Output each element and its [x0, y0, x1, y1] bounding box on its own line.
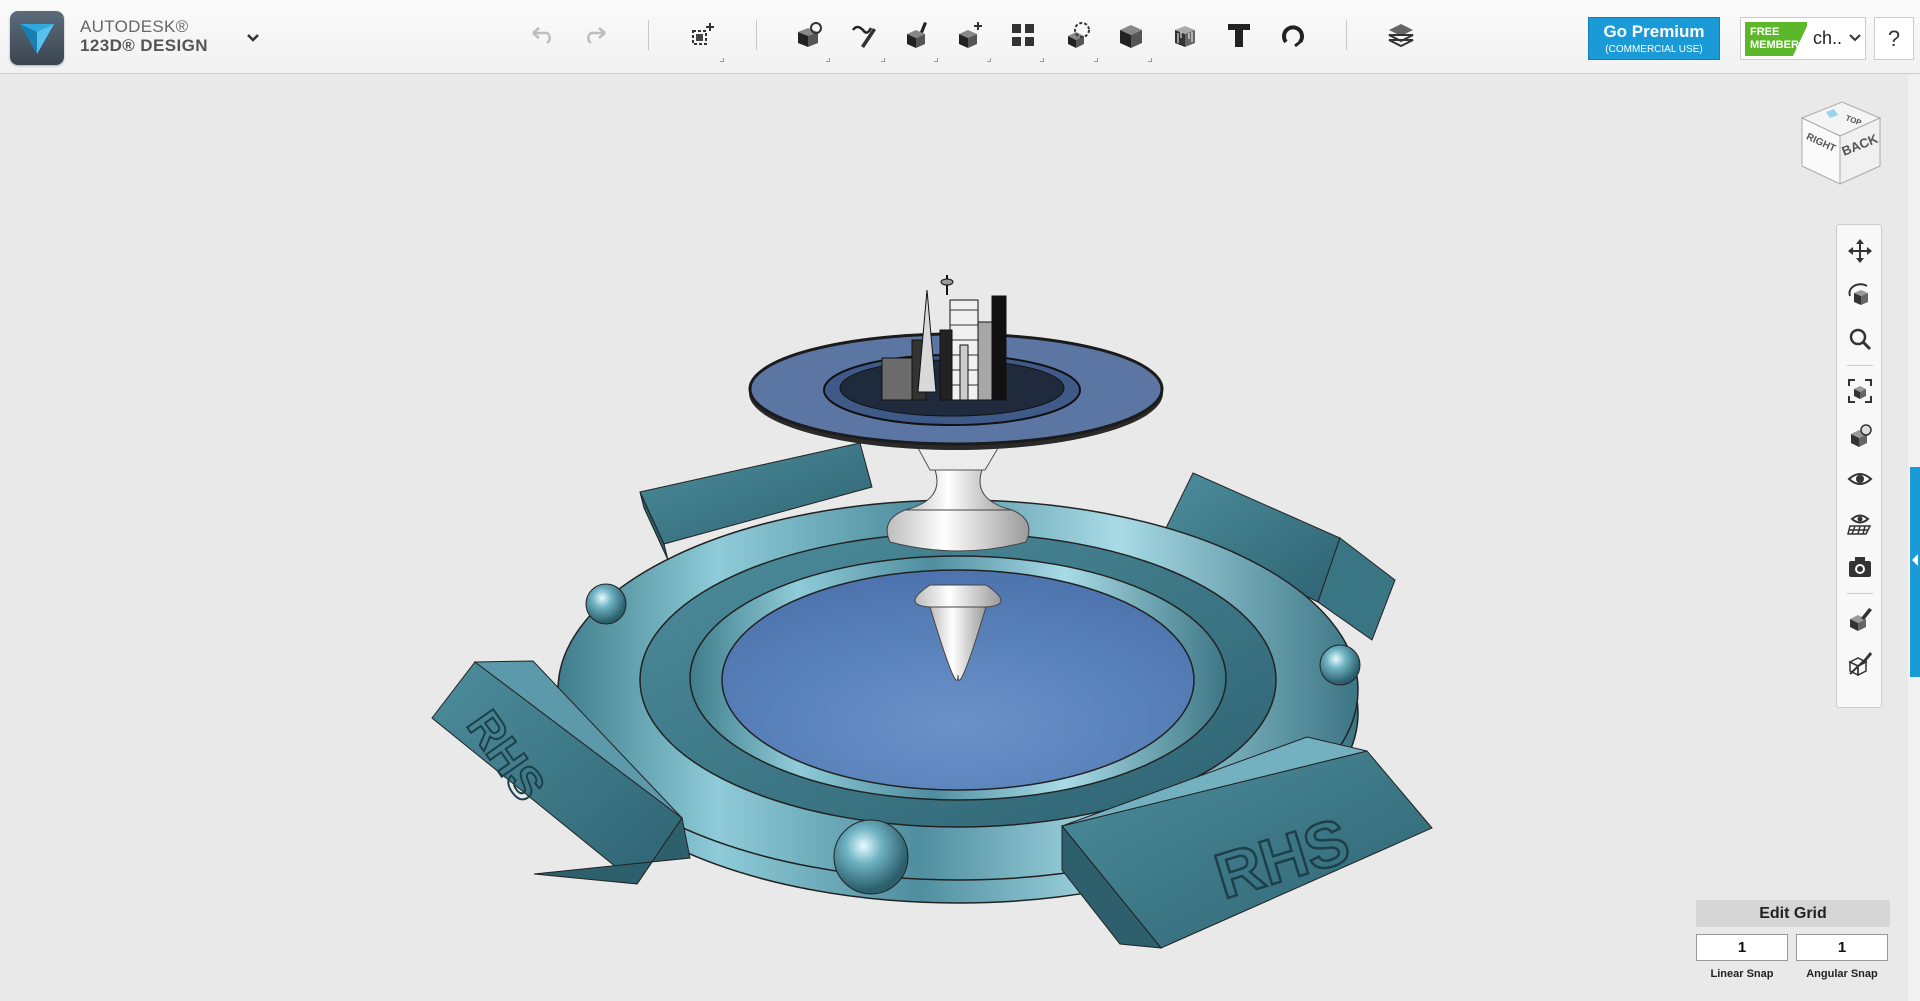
angular-snap-label: Angular Snap: [1806, 968, 1878, 980]
materials-tool-button[interactable]: [1382, 16, 1420, 54]
sphere-left: [585, 583, 627, 625]
undo-button[interactable]: [524, 16, 562, 54]
toolbar-separator: [648, 20, 649, 50]
go-premium-subtitle: (COMMERCIAL USE): [1605, 44, 1703, 55]
view-cube[interactable]: TOP RIGHT BACK: [1792, 96, 1890, 196]
navbar-separator: [1847, 365, 1873, 366]
sphere-front: [833, 819, 909, 895]
construct-icon: [907, 22, 927, 48]
snap-icon: [1282, 25, 1304, 48]
brand-line1: AUTODESK®: [80, 17, 189, 36]
measure-icon: [1175, 26, 1195, 47]
add-transform-icon: [692, 23, 714, 45]
pan-icon: [1848, 239, 1872, 263]
material-edit-icon: [1850, 608, 1872, 631]
fit-icon: [1848, 379, 1872, 403]
free-member-badge: FREE MEMBER: [1745, 22, 1807, 56]
linear-snap-input[interactable]: [1696, 934, 1788, 961]
combine-icon: [1120, 25, 1142, 48]
orbit-icon: [1848, 283, 1868, 305]
account-menu[interactable]: FREE MEMBER ch..: [1740, 17, 1866, 60]
materials-icon: [1388, 24, 1414, 48]
transform-tool-button[interactable]: [684, 16, 724, 62]
pattern-tool-button[interactable]: [1004, 16, 1044, 62]
linear-snap-label: Linear Snap: [1710, 968, 1774, 980]
views-button[interactable]: [1844, 419, 1876, 451]
views-icon: [1851, 424, 1872, 447]
angular-snap-input[interactable]: [1796, 934, 1888, 961]
pan-button[interactable]: [1844, 235, 1876, 267]
screenshot-icon: [1849, 557, 1871, 577]
measure-tool-button[interactable]: [1166, 16, 1204, 54]
wireframe-button[interactable]: [1844, 647, 1876, 679]
edit-grid-panel: Edit Grid Linear Snap Angular Snap: [1696, 900, 1890, 990]
autodesk-logo-icon: [20, 24, 54, 54]
snap-tool-button[interactable]: [1274, 16, 1312, 54]
group-icon: [1068, 22, 1090, 48]
text-tool-button[interactable]: [1220, 16, 1258, 54]
material-edit-button[interactable]: [1844, 603, 1876, 635]
modify-icon: [959, 22, 982, 48]
undo-icon: [532, 27, 551, 45]
sphere-right: [1319, 644, 1361, 686]
modify-tool-button[interactable]: [951, 16, 991, 62]
construct-tool-button[interactable]: [898, 16, 938, 62]
navigation-bar: [1836, 224, 1882, 708]
expand-panel-icon[interactable]: [1910, 550, 1920, 570]
primitives-icon: [798, 22, 822, 47]
brand-line2: 123D® DESIGN: [80, 36, 208, 55]
visibility-icon: [1847, 473, 1873, 485]
navbar-separator: [1847, 593, 1873, 594]
side-panel-handle[interactable]: [1910, 467, 1920, 677]
help-button[interactable]: ?: [1874, 17, 1914, 60]
orbit-button[interactable]: [1844, 279, 1876, 311]
combine-tool-button[interactable]: [1112, 16, 1152, 62]
zoom-icon: [1849, 328, 1872, 351]
redo-icon: [587, 27, 606, 45]
sketch-tool-button[interactable]: [845, 16, 885, 62]
app-menu-chevron-icon[interactable]: [246, 30, 260, 48]
screenshot-button[interactable]: [1844, 551, 1876, 583]
visibility-button[interactable]: [1844, 463, 1876, 495]
top-toolbar: AUTODESK® 123D® DESIGN Go Premium (COMME…: [0, 0, 1920, 74]
chevron-down-icon: [1849, 30, 1861, 45]
model-render[interactable]: RHS RHS: [0, 75, 1908, 1001]
grid-visibility-button[interactable]: [1844, 507, 1876, 539]
toolbar-separator: [1346, 20, 1347, 50]
primitives-tool-button[interactable]: [790, 16, 830, 62]
group-tool-button[interactable]: [1058, 16, 1098, 62]
redo-button[interactable]: [576, 16, 614, 54]
fit-button[interactable]: [1844, 375, 1876, 407]
app-logo[interactable]: [10, 11, 64, 65]
badge-line2: MEMBER: [1750, 39, 1799, 51]
badge-line1: FREE: [1750, 26, 1780, 38]
pattern-icon: [1012, 24, 1034, 46]
text-icon: [1228, 24, 1250, 47]
grid-visibility-icon: [1847, 514, 1872, 535]
sketch-icon: [851, 25, 876, 48]
edit-grid-button[interactable]: Edit Grid: [1696, 900, 1890, 927]
wireframe-icon: [1848, 652, 1872, 676]
go-premium-title: Go Premium: [1603, 22, 1705, 41]
user-name: ch..: [1813, 28, 1843, 48]
zoom-button[interactable]: [1844, 323, 1876, 355]
3d-viewport[interactable]: RHS RHS: [0, 75, 1908, 1001]
go-premium-button[interactable]: Go Premium (COMMERCIAL USE): [1588, 17, 1720, 60]
brand-title: AUTODESK® 123D® DESIGN: [80, 18, 208, 54]
toolbar-separator: [756, 20, 757, 50]
